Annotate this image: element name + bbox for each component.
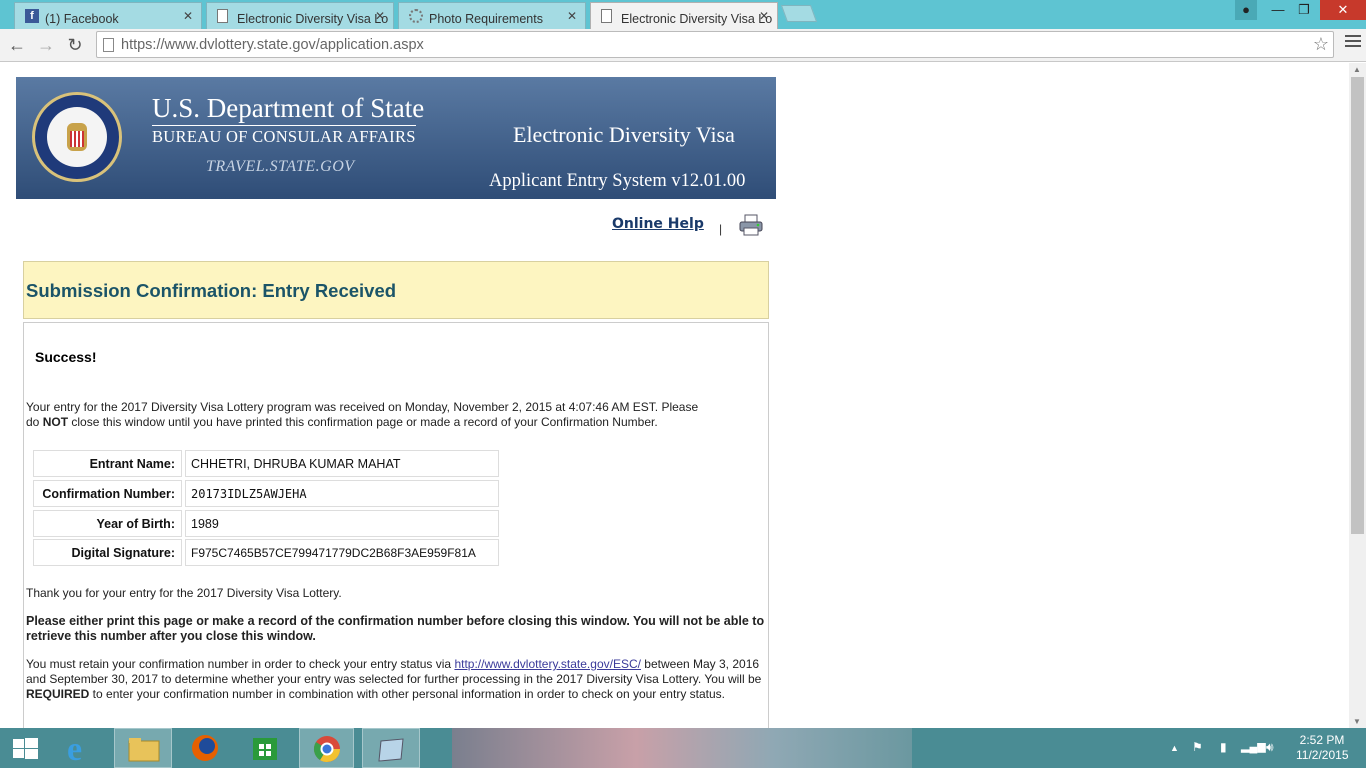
restore-button[interactable]: ❐: [1294, 0, 1314, 20]
windows-taskbar: e ▲ ⚑ ▮ ▂▄▆ 🔊︎ 2:52 PM 11/2/2015: [0, 728, 1366, 768]
forward-icon[interactable]: →: [34, 33, 58, 57]
confirmation-panel: Success! Your entry for the 2017 Diversi…: [23, 322, 769, 728]
close-icon[interactable]: ✕: [183, 9, 193, 23]
esc-link[interactable]: http://www.dvlottery.state.gov/ESC/: [454, 657, 641, 671]
svg-text:e: e: [67, 731, 82, 768]
tab-dv-lottery-1[interactable]: Electronic Diversity Visa Lo ✕: [206, 2, 394, 29]
required-text: REQUIRED: [26, 687, 90, 701]
field-label: Digital Signature:: [33, 539, 182, 566]
page-icon: [217, 9, 228, 23]
field-label: Year of Birth:: [33, 510, 182, 537]
browser-menu-icon[interactable]: [1345, 35, 1361, 50]
file-explorer-icon[interactable]: [114, 728, 172, 768]
chrome-icon[interactable]: [299, 728, 354, 768]
printer-icon[interactable]: [739, 214, 763, 236]
volume-icon[interactable]: 🔊︎: [1266, 740, 1274, 755]
start-button[interactable]: [0, 728, 50, 768]
scroll-down-icon[interactable]: ▼: [1353, 717, 1361, 726]
tab-label: Electronic Diversity Visa Lo: [621, 12, 773, 26]
system-version: Applicant Entry System v12.01.00: [489, 171, 746, 191]
url-text: https://www.dvlottery.state.gov/applicat…: [121, 37, 424, 53]
vertical-scrollbar[interactable]: ▲ ▼: [1349, 63, 1366, 728]
action-center-flag-icon[interactable]: ⚑: [1192, 740, 1203, 754]
tab-dv-lottery-active[interactable]: Electronic Diversity Visa Lo ✕: [590, 2, 778, 29]
success-message: Success!: [35, 349, 97, 365]
intro-line-1: Your entry for the 2017 Diversity Visa L…: [26, 400, 699, 414]
thanks-text: Thank you for your entry for the 2017 Di…: [26, 586, 342, 600]
field-label: Confirmation Number:: [33, 480, 182, 507]
retain-instructions: You must retain your confirmation number…: [26, 657, 768, 702]
app-window-icon[interactable]: [362, 728, 420, 768]
back-icon[interactable]: ←: [5, 33, 29, 57]
site-name: TRAVEL.STATE.GOV: [206, 158, 355, 175]
warning-text: Please either print this page or make a …: [26, 614, 765, 643]
windows-logo-icon: [13, 738, 38, 759]
intro-do: do: [26, 415, 43, 429]
confirmation-header: Submission Confirmation: Entry Received: [23, 261, 769, 319]
bookmark-star-icon[interactable]: ☆: [1313, 34, 1329, 55]
page-content: U.S. Department of State BUREAU OF CONSU…: [0, 63, 1349, 728]
clock-date: 11/2/2015: [1296, 748, 1349, 762]
system-clock[interactable]: 2:52 PM 11/2/2015: [1296, 733, 1349, 763]
state-dept-seal-icon: [32, 92, 122, 182]
tab-label: Photo Requirements: [429, 12, 543, 26]
retain-text-1: You must retain your confirmation number…: [26, 657, 455, 671]
bureau-title: BUREAU OF CONSULAR AFFAIRS: [152, 125, 416, 146]
address-bar[interactable]: https://www.dvlottery.state.gov/applicat…: [96, 31, 1334, 58]
tab-label: (1) Facebook: [45, 12, 119, 26]
tab-photo-requirements[interactable]: Photo Requirements ✕: [398, 2, 586, 29]
loading-icon: [409, 9, 423, 23]
page-icon: [103, 38, 114, 52]
field-label: Entrant Name:: [33, 450, 182, 477]
facebook-icon: f: [25, 9, 39, 23]
retain-text-3: to enter your confirmation number in com…: [89, 687, 725, 701]
taskbar-wallpaper: [452, 728, 912, 768]
internet-explorer-icon[interactable]: e: [53, 728, 108, 768]
online-help-link[interactable]: Online Help: [612, 216, 704, 232]
show-hidden-icons[interactable]: ▲: [1170, 743, 1179, 753]
system-title: Electronic Diversity Visa: [513, 122, 735, 147]
reload-icon[interactable]: ↻: [63, 33, 87, 57]
scroll-up-icon[interactable]: ▲: [1353, 65, 1361, 74]
year-of-birth-value: 1989: [185, 510, 499, 537]
scrollbar-thumb[interactable]: [1351, 77, 1364, 534]
page-icon: [601, 9, 612, 23]
clock-time: 2:52 PM: [1299, 733, 1345, 747]
page-title: Submission Confirmation: Entry Received: [26, 280, 397, 301]
battery-icon[interactable]: ▮: [1220, 740, 1227, 754]
intro-not: NOT: [42, 415, 69, 429]
browser-tab-strip: f (1) Facebook ✕ Electronic Diversity Vi…: [0, 0, 1366, 29]
close-icon[interactable]: ✕: [759, 9, 769, 23]
entry-received-text: Your entry for the 2017 Diversity Visa L…: [26, 400, 768, 430]
digital-signature-value: F975C7465B57CE799471779DC2B68F3AE959F81A: [185, 539, 499, 566]
windows-store-icon[interactable]: [238, 728, 293, 768]
tab-facebook[interactable]: f (1) Facebook ✕: [14, 2, 202, 29]
close-icon[interactable]: ✕: [567, 9, 577, 23]
entrant-name-value: CHHETRI, DHRUBA KUMAR MAHAT: [185, 450, 499, 477]
tab-label: Electronic Diversity Visa Lo: [237, 12, 389, 26]
firefox-icon[interactable]: [177, 728, 232, 768]
intro-rest: close this window until you have printed…: [68, 415, 658, 429]
dept-title: U.S. Department of State: [152, 93, 425, 123]
close-window-button[interactable]: ✕: [1320, 0, 1366, 20]
user-profile-icon[interactable]: ●: [1235, 0, 1257, 20]
new-tab-button[interactable]: [780, 5, 818, 22]
state-dept-banner: U.S. Department of State BUREAU OF CONSU…: [16, 77, 776, 199]
minimize-button[interactable]: —: [1268, 0, 1288, 20]
network-signal-icon[interactable]: ▂▄▆: [1241, 740, 1266, 753]
confirmation-number-value: 20173IDLZ5AWJEHA: [185, 480, 499, 507]
browser-toolbar: ← → ↻ https://www.dvlottery.state.gov/ap…: [0, 29, 1366, 62]
divider: |: [719, 222, 723, 236]
close-icon[interactable]: ✕: [375, 9, 385, 23]
